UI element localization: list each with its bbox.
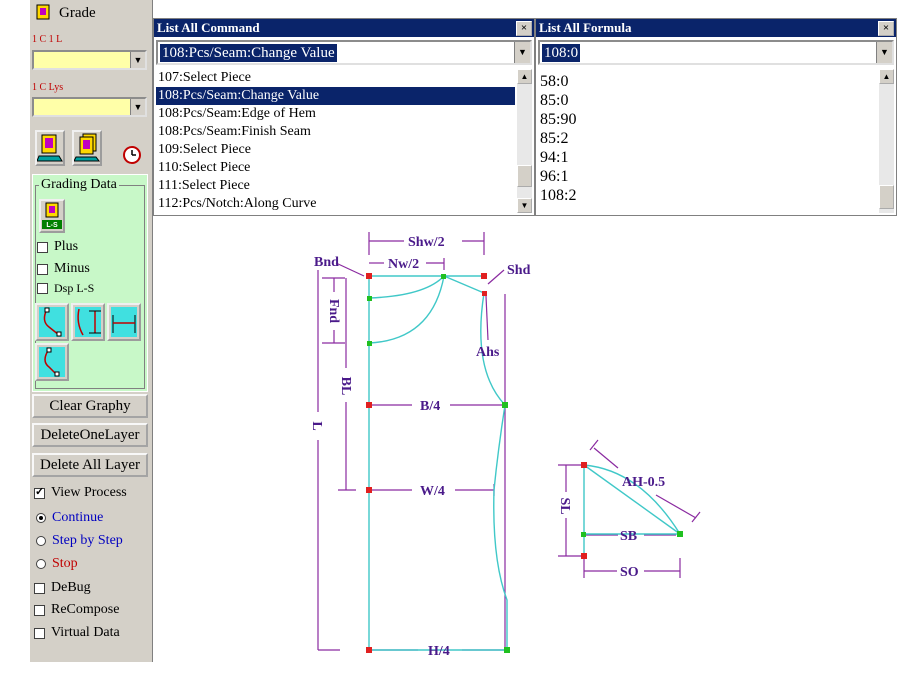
label-bnd: Bnd: [314, 255, 339, 270]
point-green: [504, 647, 510, 653]
point-red: [481, 273, 487, 279]
label-ah: AH-0.5: [622, 475, 665, 490]
label-sl: SL: [557, 497, 572, 514]
point-red: [581, 553, 587, 559]
label-nw2: Nw/2: [388, 257, 419, 272]
pattern-outline: [368, 275, 681, 651]
label-fnd: Fnd: [326, 299, 341, 323]
point-green: [502, 402, 508, 408]
label-ahs: Ahs: [476, 345, 500, 360]
point-red: [581, 462, 587, 468]
point-green: [367, 296, 372, 301]
label-bl: BL: [338, 377, 353, 396]
label-shd: Shd: [507, 263, 531, 278]
dimension-labels: Shw/2 Nw/2 Bnd Shd Ahs B/4 W/4 H/4 AH-0.…: [309, 235, 665, 659]
point-red: [366, 402, 372, 408]
label-sb: SB: [620, 529, 637, 544]
point-green: [441, 274, 446, 279]
label-h4: H/4: [428, 644, 450, 659]
point-green: [367, 341, 372, 346]
point-red: [366, 647, 372, 653]
label-so: SO: [620, 565, 639, 580]
point-red: [366, 273, 372, 279]
point-green: [581, 532, 586, 537]
dimension-lines: [317, 232, 701, 651]
pattern-diagram: Shw/2 Nw/2 Bnd Shd Ahs B/4 W/4 H/4 AH-0.…: [309, 232, 701, 659]
label-shw2: Shw/2: [408, 235, 445, 250]
label-b4: B/4: [420, 399, 440, 414]
point-red: [482, 291, 487, 296]
point-green: [677, 531, 683, 537]
point-red: [366, 487, 372, 493]
label-l: L: [309, 421, 324, 430]
label-w4: W/4: [420, 484, 445, 499]
